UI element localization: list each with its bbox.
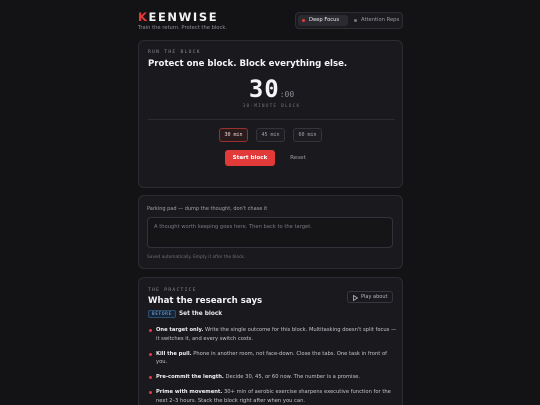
- parking-pad-card: Parking pad — dump the thought, don't ch…: [138, 195, 403, 269]
- mode-deep-focus[interactable]: Deep Focus: [298, 15, 348, 26]
- parking-pad-label: Parking pad — dump the thought, don't ch…: [147, 206, 268, 212]
- inactive-dot-icon: [354, 19, 357, 22]
- practice-list: One target only. Write the single outcom…: [148, 326, 398, 405]
- list-item: Prime with movement. 30+ min of aerobic …: [148, 388, 398, 405]
- duration-60-button[interactable]: 60 min: [293, 128, 322, 142]
- timer-minutes: 30: [248, 75, 280, 103]
- point-heading: Kill the pull.: [156, 350, 192, 357]
- block-eyebrow: RUN THE BLOCK: [148, 50, 201, 55]
- point-heading: Pre-commit the length.: [156, 374, 224, 381]
- mode-label: Attention Reps: [361, 17, 400, 23]
- point-heading: Prime with movement.: [156, 389, 223, 396]
- list-item: One target only. Write the single outcom…: [148, 326, 398, 343]
- practice-eyebrow: THE PRACTICE: [148, 288, 197, 293]
- header: KEENWISE Train the return. Protect the b…: [138, 8, 403, 34]
- bullet-icon: [149, 329, 152, 332]
- duration-30-button[interactable]: 30 min: [219, 128, 248, 142]
- active-dot-icon: [302, 19, 305, 22]
- brand-name: EENWISE: [148, 10, 219, 24]
- divider: [148, 119, 395, 120]
- mode-attention-reps[interactable]: Attention Reps: [350, 15, 402, 26]
- mode-label: Deep Focus: [309, 17, 340, 23]
- reset-button[interactable]: Reset: [285, 150, 311, 166]
- phase-badge: BEFORE: [148, 310, 176, 318]
- tagline: Train the return. Protect the block.: [138, 25, 227, 31]
- list-item: Kill the pull. Phone in another room, no…: [148, 350, 398, 367]
- play-about-button[interactable]: Play about: [347, 291, 393, 303]
- brand-initial: K: [138, 10, 149, 24]
- duration-selector: 30 min 45 min 60 min: [139, 128, 404, 144]
- practice-card: THE PRACTICE What the research says Play…: [138, 277, 403, 405]
- practice-title: What the research says: [148, 296, 263, 306]
- play-about-label: Play about: [361, 294, 388, 300]
- timer-label: 30-MINUTE BLOCK: [242, 104, 301, 109]
- timer-seconds: :00: [279, 90, 295, 99]
- duration-45-button[interactable]: 45 min: [256, 128, 285, 142]
- point-heading: One target only.: [156, 327, 204, 333]
- play-icon: [353, 294, 358, 301]
- parking-pad-input[interactable]: [147, 217, 393, 248]
- section-title: Set the block: [179, 311, 223, 317]
- bullet-icon: [149, 391, 152, 395]
- point-text: Decide 30, 45, or 60 now. The number is …: [223, 374, 361, 381]
- parking-pad-note: Saved automatically. Empty it after the …: [147, 255, 246, 260]
- point-text: Phone in another room, not face-down. Cl…: [156, 350, 387, 366]
- block-card: RUN THE BLOCK Protect one block. Block e…: [138, 40, 403, 188]
- timer-display: 30:00: [139, 75, 404, 103]
- mode-switcher: Deep Focus Attention Reps: [295, 12, 403, 29]
- list-item: Pre-commit the length. Decide 30, 45, or…: [148, 373, 398, 382]
- brand-logo: KEENWISE: [138, 10, 218, 24]
- bullet-icon: [149, 352, 152, 356]
- start-block-button[interactable]: Start block: [225, 150, 275, 166]
- block-title: Protect one block. Block everything else…: [148, 59, 348, 69]
- bullet-icon: [149, 376, 152, 380]
